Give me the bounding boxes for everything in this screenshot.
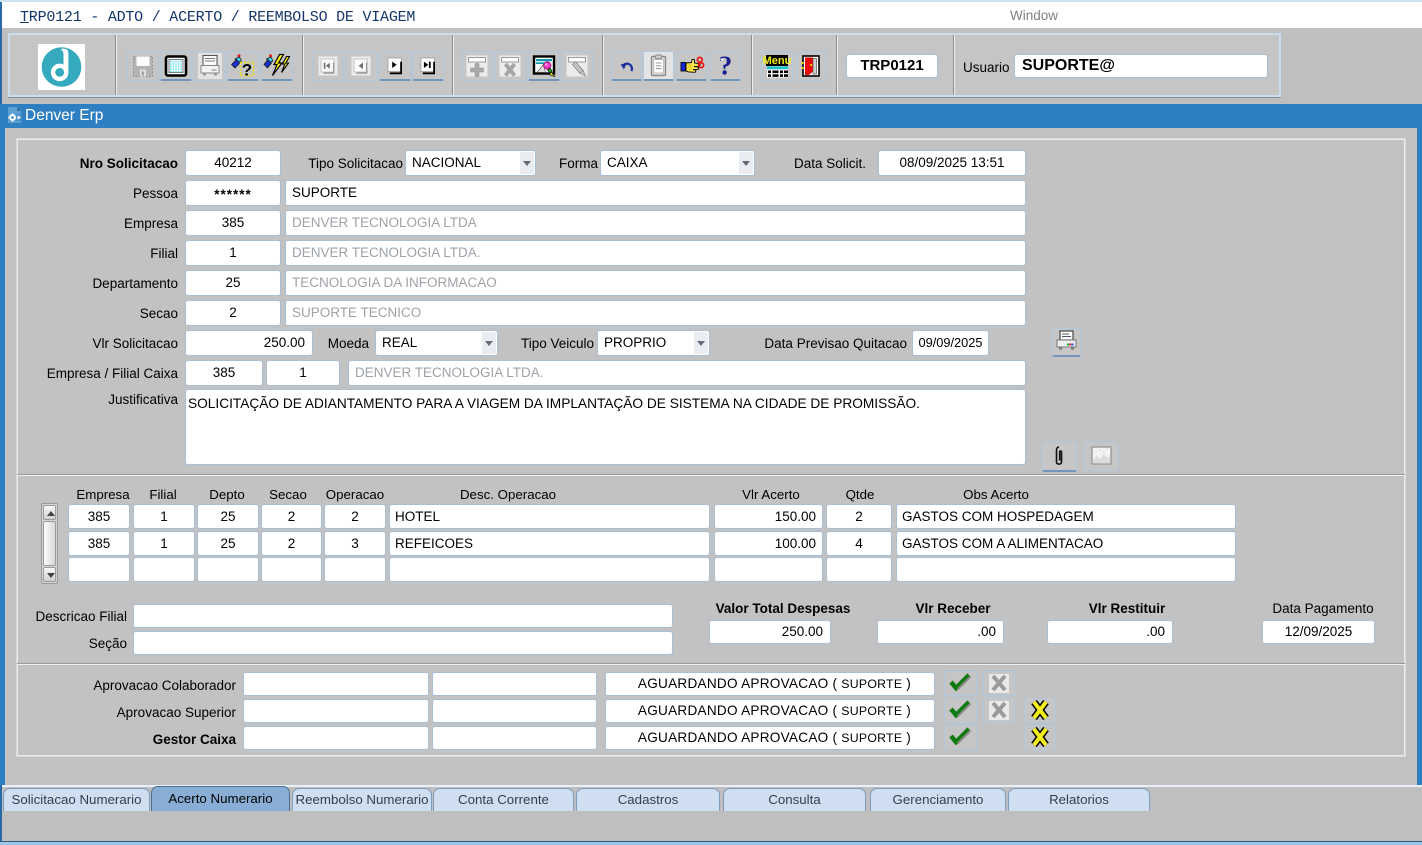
svg-text:Menu: Menu (763, 55, 792, 67)
svg-text:?: ? (242, 61, 252, 80)
svg-text:?: ? (719, 52, 733, 80)
